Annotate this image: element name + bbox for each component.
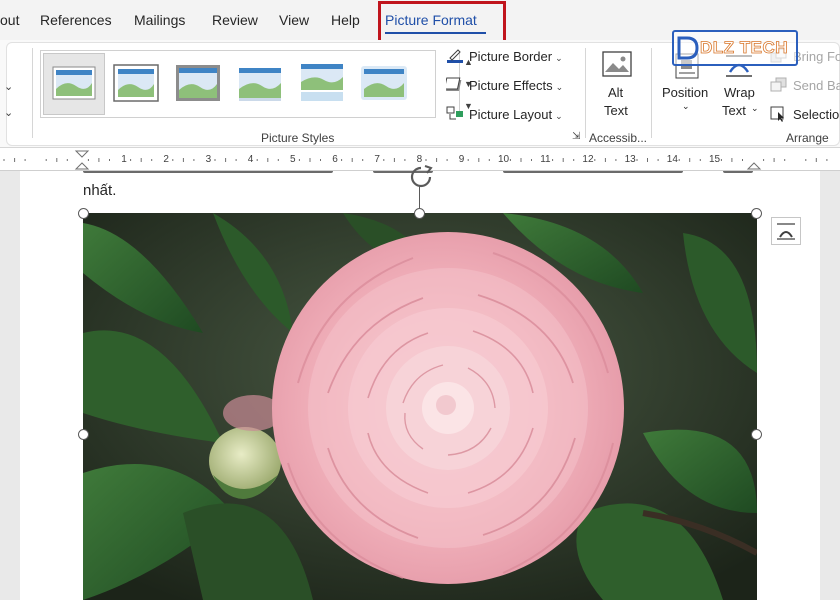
picture-layout-button[interactable]: Picture Layout ⌄ [446,106,563,122]
ruler-number: 4 [247,154,254,165]
annotation-highlight-box [378,1,506,43]
tab-view[interactable]: View [279,12,309,28]
document-text-line[interactable]: nhất. [83,182,116,199]
picture-effects-icon [446,77,462,91]
alt-text-label-line1: Alt [608,85,624,100]
group-label-accessibility: Accessib... [589,131,648,145]
picture-style-glow[interactable] [360,59,408,107]
picture-effects-label: Picture Effects [469,78,553,93]
group-label-picture-styles: Picture Styles [261,131,335,145]
send-backward-label: Send Ba [793,78,840,93]
ruler-number: 2 [163,154,169,165]
hanging-indent-marker[interactable] [74,162,90,170]
wrap-text-label-line1: Wrap [724,85,755,100]
ruler-number: 12 [582,154,594,165]
rotate-handle-icon[interactable] [408,164,434,190]
ruler-number: 13 [624,154,636,165]
resize-handle-top[interactable] [414,208,425,219]
ruler-number: 14 [666,154,678,165]
ruler-number: 1 [121,154,127,165]
picture-border-icon [447,49,463,63]
send-backward-icon [770,77,787,92]
ruler-number: 15 [709,154,721,165]
selected-picture[interactable] [83,213,757,600]
ruler-number: 5 [290,154,296,165]
watermark-brand-text: DLZ TECH [700,38,789,58]
group-separator [651,48,652,138]
picture-effects-button[interactable]: Picture Effects ⌄ [446,77,563,93]
ruler-number: 10 [498,154,510,165]
picture-style-soft-edge[interactable] [236,59,284,107]
dialog-launcher-icon[interactable]: ⇲ [572,131,580,142]
bring-forward-label: Bring Fo [793,49,840,64]
chevron-down-icon: ⌄ [555,53,563,63]
chevron-down-icon: ⌄ [682,101,690,111]
alt-text-label-line2: Text [604,103,628,118]
picture-border-button[interactable]: Picture Border ⌄ [446,48,563,64]
chevron-down-icon: ⌄ [751,103,759,113]
chevron-down-icon[interactable]: ⌄ [4,80,13,93]
wrap-text-label-line2: Text [722,103,746,118]
tab-help[interactable]: Help [331,12,360,28]
resize-handle-top-right[interactable] [751,208,762,219]
first-line-indent-marker[interactable] [74,150,90,158]
picture-layout-label: Picture Layout [469,107,553,122]
picture-layout-icon [446,106,463,120]
tab-review[interactable]: Review [212,12,258,28]
alt-text-icon [602,51,632,77]
picture-style-white-frame[interactable] [112,59,160,107]
layout-options-icon [777,223,795,240]
group-separator [585,48,586,138]
camellia-flower-image [83,213,757,600]
ruler-number: 3 [205,154,212,165]
selection-pane-icon [770,106,784,122]
ruler-number: 7 [374,154,380,165]
selection-pane-button[interactable]: Selection [770,106,840,122]
resize-handle-right[interactable] [751,429,762,440]
picture-style-simple-frame[interactable] [50,59,98,107]
chevron-down-icon: ⌄ [555,111,563,121]
resize-handle-left[interactable] [78,429,89,440]
ruler-number: 9 [458,154,465,165]
group-separator [32,48,33,138]
picture-style-reflected[interactable] [298,59,346,107]
watermark-logo: DLZ TECH [672,30,798,66]
group-label-arrange: Arrange [786,131,829,145]
layout-options-button[interactable] [771,217,801,245]
chevron-down-icon: ⌄ [555,82,564,92]
send-backward-button[interactable]: Send Ba [770,77,840,93]
tab-mailings[interactable]: Mailings [134,12,185,28]
chevron-down-icon[interactable]: ⌄ [4,106,13,119]
right-indent-marker[interactable] [746,162,762,170]
ruler-number: 6 [332,154,338,165]
ruler-number: 11 [540,154,551,165]
resize-handle-top-left[interactable] [78,208,89,219]
tab-layout[interactable]: out [0,12,19,28]
picture-style-thick-frame[interactable] [174,59,222,107]
picture-styles-gallery[interactable]: ▲ ▼ ▼ [40,50,473,118]
picture-border-label: Picture Border [469,49,553,64]
tab-references[interactable]: References [40,12,112,28]
selection-pane-label: Selection [793,107,840,122]
rotate-handle-line [419,186,420,208]
position-label: Position [662,85,709,100]
brand-d-icon [677,36,699,60]
alt-text-button[interactable]: Alt Text [596,48,640,124]
